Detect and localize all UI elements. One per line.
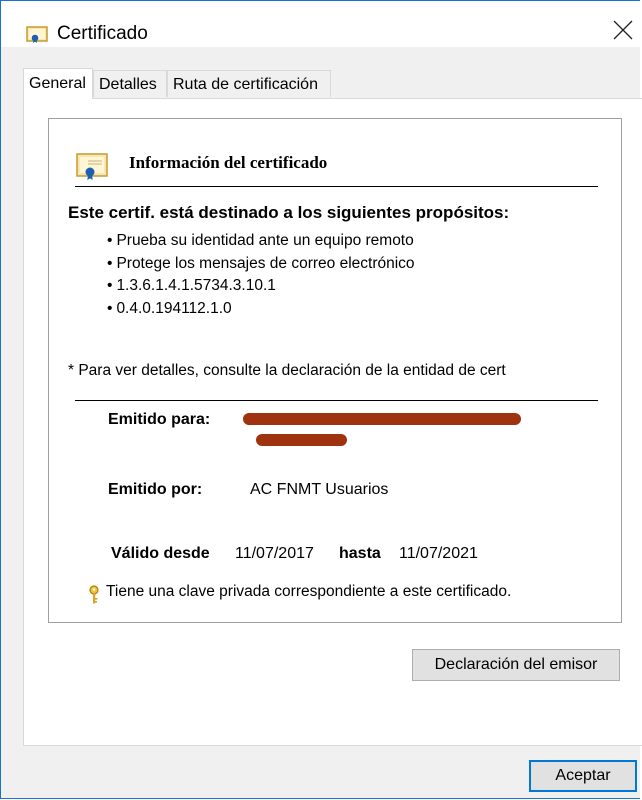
valid-from-label: Válido desde [111,545,210,562]
details-note: * Para ver detalles, consulte la declara… [68,362,506,379]
issuer-statement-button[interactable]: Declaración del emisor [412,649,620,681]
purpose-list: Prueba su identidad ante un equipo remot… [107,230,415,321]
ok-button[interactable]: Aceptar [529,760,637,792]
tab-certification-path[interactable]: Ruta de certificación [167,70,331,97]
issued-to-label: Emitido para: [108,411,211,428]
tab-panel-general: Información del certificado Este certif.… [23,98,642,746]
certificate-icon [76,151,110,181]
close-icon[interactable] [609,15,639,45]
issued-to-redacted [243,413,521,425]
certificate-info-panel: Información del certificado Este certif.… [48,118,622,623]
title-bar: Certificado [1,1,642,47]
list-item: Protege los mensajes de correo electróni… [107,253,414,276]
certificate-dialog: Certificado General Detalles Ruta de cer… [0,0,642,799]
divider [75,400,598,401]
issued-by-label: Emitido por: [108,481,203,498]
valid-to-label: hasta [339,545,381,562]
purposes-heading: Este certif. está destinado a los siguie… [68,203,510,222]
dialog-title: Certificado [57,23,148,44]
key-icon [88,585,100,605]
divider [75,186,598,187]
tab-strip: General Detalles Ruta de certificación [23,68,623,99]
section-heading: Información del certificado [129,153,328,172]
private-key-note: Tiene una clave privada correspondiente … [106,583,512,600]
tab-general[interactable]: General [23,68,93,99]
issued-to-redacted [256,434,347,446]
certificate-icon [26,25,50,43]
tab-details[interactable]: Detalles [93,70,167,97]
valid-from-value: 11/07/2017 [235,545,314,562]
list-item: 1.3.6.1.4.1.5734.3.10.1 [107,275,415,298]
list-item: 0.4.0.194112.1.0 [107,298,415,321]
valid-to-value: 11/07/2021 [399,545,478,562]
list-item: Prueba su identidad ante un equipo remot… [107,230,415,253]
issued-by-value: AC FNMT Usuarios [250,481,389,498]
